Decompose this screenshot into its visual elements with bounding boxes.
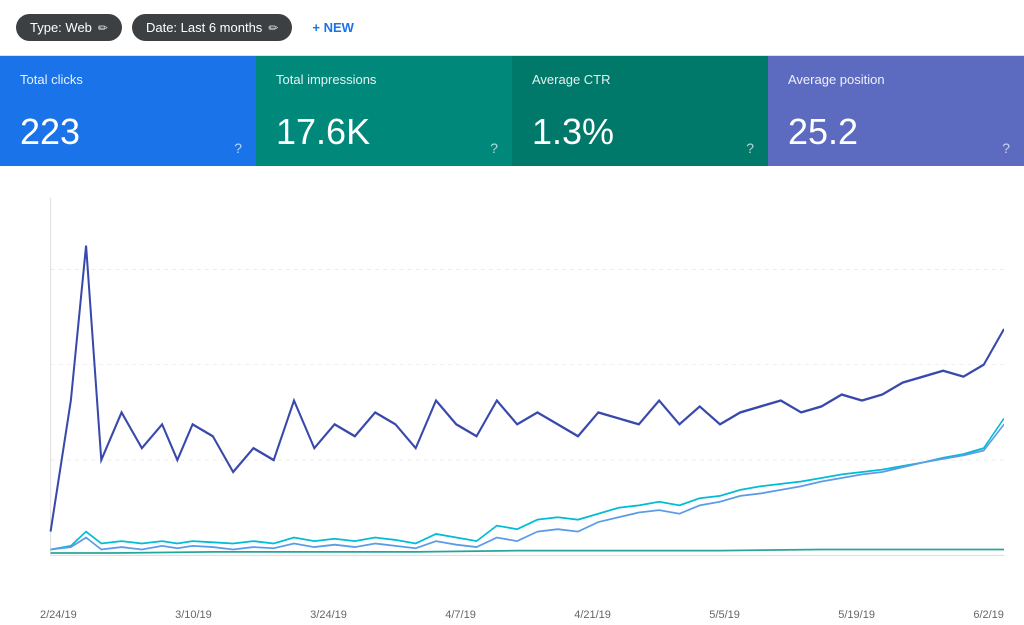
metric-value: 1.3% <box>532 114 748 150</box>
x-axis-label: 5/5/19 <box>709 609 740 621</box>
type-filter-chip[interactable]: Type: Web ✏ <box>16 14 122 41</box>
metrics-row: Total clicks 223 ? Total impressions 17.… <box>0 56 1024 166</box>
x-axis-label: 3/24/19 <box>310 609 347 621</box>
metric-card-average-position[interactable]: Average position 25.2 ? <box>768 56 1024 166</box>
chart-area: 2/24/19 3/10/19 3/24/19 4/7/19 4/21/19 5/5/19… <box>0 166 1024 625</box>
metric-card-total-clicks[interactable]: Total clicks 223 ? <box>0 56 256 166</box>
metric-value: 223 <box>20 114 236 150</box>
x-axis-labels: 2/24/19 3/10/19 3/24/19 4/7/19 4/21/19 5/5/19… <box>0 605 1024 621</box>
metric-value: 17.6K <box>276 114 492 150</box>
new-button[interactable]: + NEW <box>302 14 364 41</box>
top-bar: Type: Web ✏ Date: Last 6 months ✏ + NEW <box>0 0 1024 56</box>
type-filter-label: Type: Web <box>30 20 92 35</box>
info-icon[interactable]: ? <box>1002 140 1010 156</box>
info-icon[interactable]: ? <box>746 140 754 156</box>
metric-label: Total clicks <box>20 72 236 87</box>
metric-label: Average CTR <box>532 72 748 87</box>
info-icon[interactable]: ? <box>234 140 242 156</box>
info-icon[interactable]: ? <box>490 140 498 156</box>
line-chart <box>10 186 1004 615</box>
date-filter-label: Date: Last 6 months <box>146 20 262 35</box>
x-axis-label: 2/24/19 <box>40 609 77 621</box>
edit-icon: ✏ <box>98 21 108 35</box>
x-axis-label: 6/2/19 <box>973 609 1004 621</box>
metric-label: Total impressions <box>276 72 492 87</box>
x-axis-label: 3/10/19 <box>175 609 212 621</box>
x-axis-label: 5/19/19 <box>838 609 875 621</box>
metric-card-total-impressions[interactable]: Total impressions 17.6K ? <box>256 56 512 166</box>
x-axis-label: 4/21/19 <box>574 609 611 621</box>
metric-value: 25.2 <box>788 114 1004 150</box>
edit-icon-date: ✏ <box>268 21 278 35</box>
metric-label: Average position <box>788 72 1004 87</box>
chart-container <box>10 186 1004 615</box>
x-axis-label: 4/7/19 <box>445 609 476 621</box>
metric-card-average-ctr[interactable]: Average CTR 1.3% ? <box>512 56 768 166</box>
date-filter-chip[interactable]: Date: Last 6 months ✏ <box>132 14 292 41</box>
